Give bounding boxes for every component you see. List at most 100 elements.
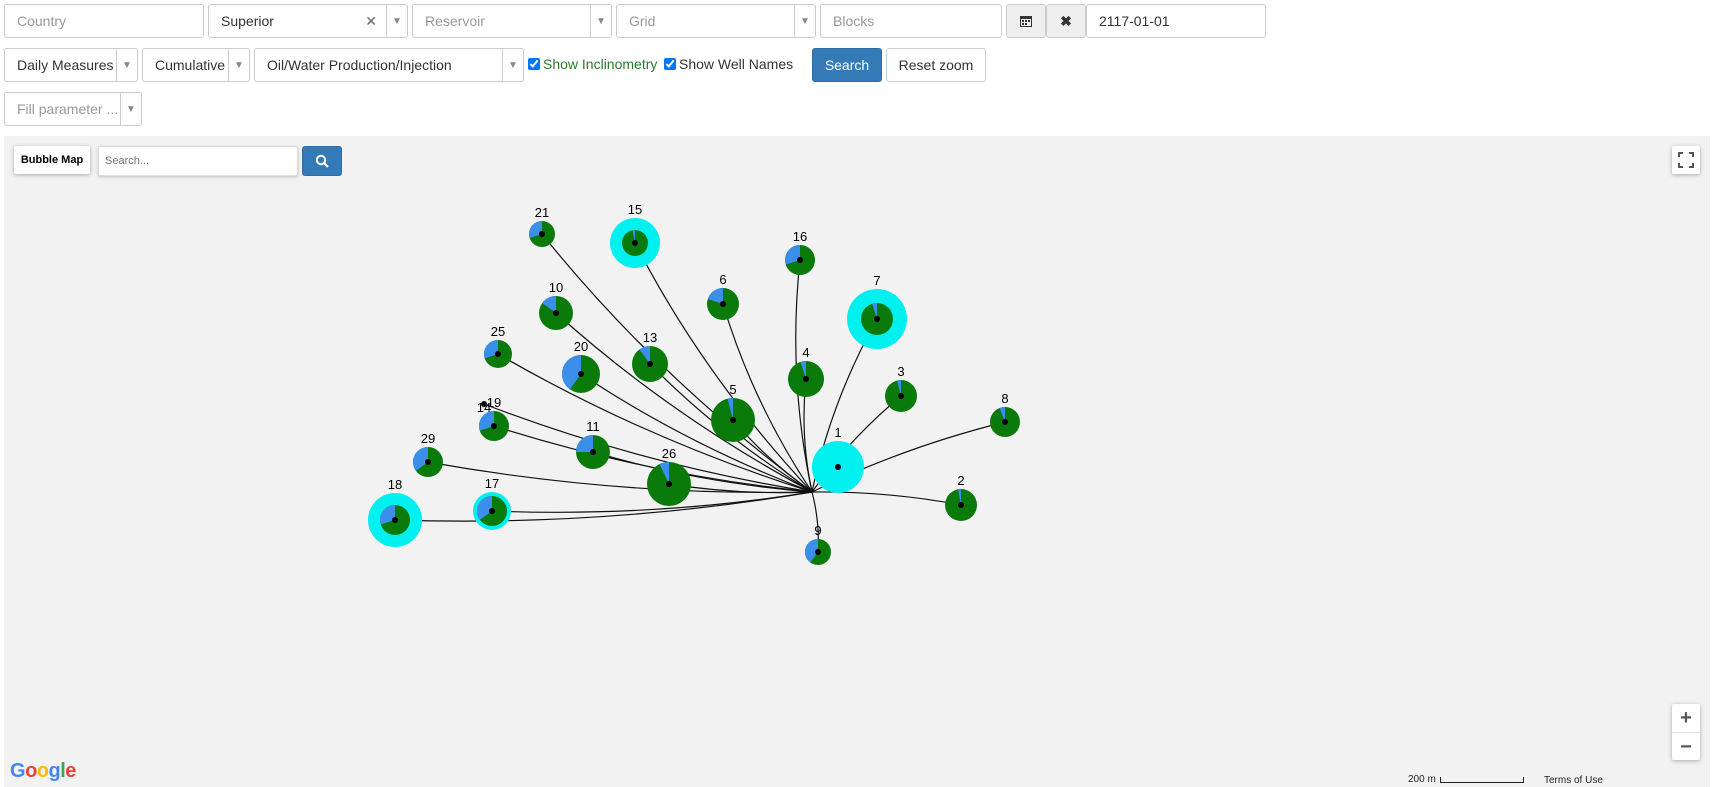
well-name-label: 25: [491, 324, 505, 339]
trajectory-line: [811, 491, 962, 506]
blocks-input[interactable]: Blocks: [820, 4, 1002, 38]
well-name-label: 9: [814, 523, 821, 538]
well-name-label: 18: [388, 477, 402, 492]
show-well-names-checkbox[interactable]: Show Well Names: [664, 56, 793, 72]
fill-parameter-select[interactable]: Fill parameter ... ▼: [4, 92, 142, 126]
show-inclinometry-checkbox[interactable]: Show Inclinometry: [528, 56, 657, 72]
well-18[interactable]: 18: [368, 477, 422, 547]
well-name-label: 10: [549, 280, 563, 295]
chevron-down-icon[interactable]: ▼: [502, 49, 523, 81]
reset-zoom-button[interactable]: Reset zoom: [886, 48, 986, 82]
chevron-down-icon[interactable]: ▼: [386, 5, 407, 37]
terms-link[interactable]: Terms of Use: [1544, 775, 1603, 786]
grid-select[interactable]: Grid ▼: [616, 4, 816, 38]
measure-select[interactable]: Daily Measures ▼: [4, 48, 138, 82]
well-head-dot: [797, 257, 803, 263]
well-head-dot: [803, 376, 809, 382]
zoom-in-button[interactable]: +: [1672, 704, 1700, 732]
search-icon: [315, 154, 329, 168]
well-21[interactable]: 21: [529, 205, 555, 247]
search-button[interactable]: Search: [812, 48, 882, 82]
well-9[interactable]: 9: [805, 523, 831, 565]
date-value: 2117-01-01: [1099, 13, 1170, 29]
field-value: Superior: [221, 13, 274, 29]
well-name-label: 2: [957, 473, 964, 488]
well-name-label: 6: [719, 272, 726, 287]
well-11[interactable]: 11: [576, 419, 610, 469]
well-head-dot: [489, 508, 495, 514]
country-select[interactable]: Country: [4, 4, 204, 38]
well-head-dot: [647, 361, 653, 367]
well-5[interactable]: 5: [711, 382, 755, 442]
chevron-down-icon[interactable]: ▼: [228, 49, 249, 81]
zoom-out-button[interactable]: −: [1672, 732, 1700, 761]
well-head-dot: [874, 316, 880, 322]
trajectory-line: [394, 491, 813, 522]
well-10[interactable]: 10: [539, 280, 573, 330]
calendar-button[interactable]: [1006, 4, 1046, 38]
well-26[interactable]: 26: [647, 446, 691, 506]
well-16[interactable]: 16: [785, 229, 815, 275]
blocks-placeholder: Blocks: [833, 13, 875, 29]
clear-icon[interactable]: ✕: [365, 13, 377, 30]
trajectory-line: [580, 373, 813, 493]
well-4[interactable]: 4: [788, 345, 824, 397]
well-head-dot: [730, 417, 736, 423]
well-3[interactable]: 3: [885, 364, 917, 412]
clear-date-button[interactable]: ✖: [1046, 4, 1086, 38]
google-logo: Google: [10, 760, 76, 782]
well-17[interactable]: 17: [473, 476, 511, 530]
well-head-dot: [539, 231, 545, 237]
well-2[interactable]: 2: [945, 473, 977, 521]
chevron-down-icon[interactable]: ▼: [116, 49, 137, 81]
well-20[interactable]: 20: [562, 339, 600, 393]
bubble-map[interactable]: 1 2 3 4 5 6 7 8 9 10 11 13 14 15 16 17 18 19 20 21 25 26 29 Bu…: [4, 136, 1710, 787]
well-head-dot: [578, 371, 584, 377]
well-head-dot: [666, 481, 672, 487]
production-select[interactable]: Oil/Water Production/Injection ▼: [254, 48, 524, 82]
map-canvas[interactable]: 123456 7891011131415161718192021252629: [4, 136, 1710, 787]
well-head-dot: [958, 502, 964, 508]
chevron-down-icon[interactable]: ▼: [590, 5, 611, 37]
fullscreen-button[interactable]: [1672, 146, 1700, 174]
chevron-down-icon[interactable]: ▼: [794, 5, 815, 37]
well-13[interactable]: 13: [632, 330, 668, 382]
well-name-label: 16: [793, 229, 807, 244]
bubble-map-button[interactable]: Bubble Map: [14, 146, 90, 174]
well-15[interactable]: 15: [610, 202, 660, 268]
well-6[interactable]: 6: [707, 272, 739, 320]
mode-value: Cumulative: [155, 57, 226, 73]
well-head-dot: [553, 310, 559, 316]
show-well-names-label: Show Well Names: [679, 56, 794, 72]
scale-line: [1439, 776, 1524, 783]
well-names-checkbox-input[interactable]: [664, 58, 676, 70]
fullscreen-icon: [1678, 152, 1694, 168]
chevron-down-icon[interactable]: ▼: [120, 93, 141, 125]
reservoir-select[interactable]: Reservoir ▼: [412, 4, 612, 38]
well-name-label: 1: [834, 425, 841, 440]
well-7[interactable]: 7: [847, 273, 907, 349]
map-search-input[interactable]: [98, 146, 298, 176]
map-search-button[interactable]: [302, 146, 342, 176]
well-25[interactable]: 25: [484, 324, 512, 368]
well-name-label: 26: [662, 446, 676, 461]
inclinometry-checkbox-input[interactable]: [528, 58, 540, 70]
well-head-dot: [1002, 419, 1008, 425]
zoom-controls: + −: [1672, 704, 1700, 760]
well-name-label: 7: [873, 273, 880, 288]
well-29[interactable]: 29: [413, 431, 443, 477]
close-icon: ✖: [1060, 12, 1072, 29]
well-8[interactable]: 8: [990, 391, 1020, 437]
calendar-icon: [1020, 16, 1032, 27]
well-name-label: 29: [421, 431, 435, 446]
well-name-label: 19: [487, 395, 501, 410]
scale-label: 200 m: [1408, 774, 1436, 785]
well-head-dot: [720, 301, 726, 307]
field-select[interactable]: Superior ✕ ▼: [208, 4, 408, 38]
scale-bar: 200 m: [1408, 774, 1524, 785]
well-head-dot: [815, 549, 821, 555]
date-input[interactable]: 2117-01-01: [1086, 4, 1266, 38]
well-name-label: 15: [628, 202, 642, 217]
well-1[interactable]: 1: [812, 425, 864, 493]
mode-select[interactable]: Cumulative ▼: [142, 48, 250, 82]
